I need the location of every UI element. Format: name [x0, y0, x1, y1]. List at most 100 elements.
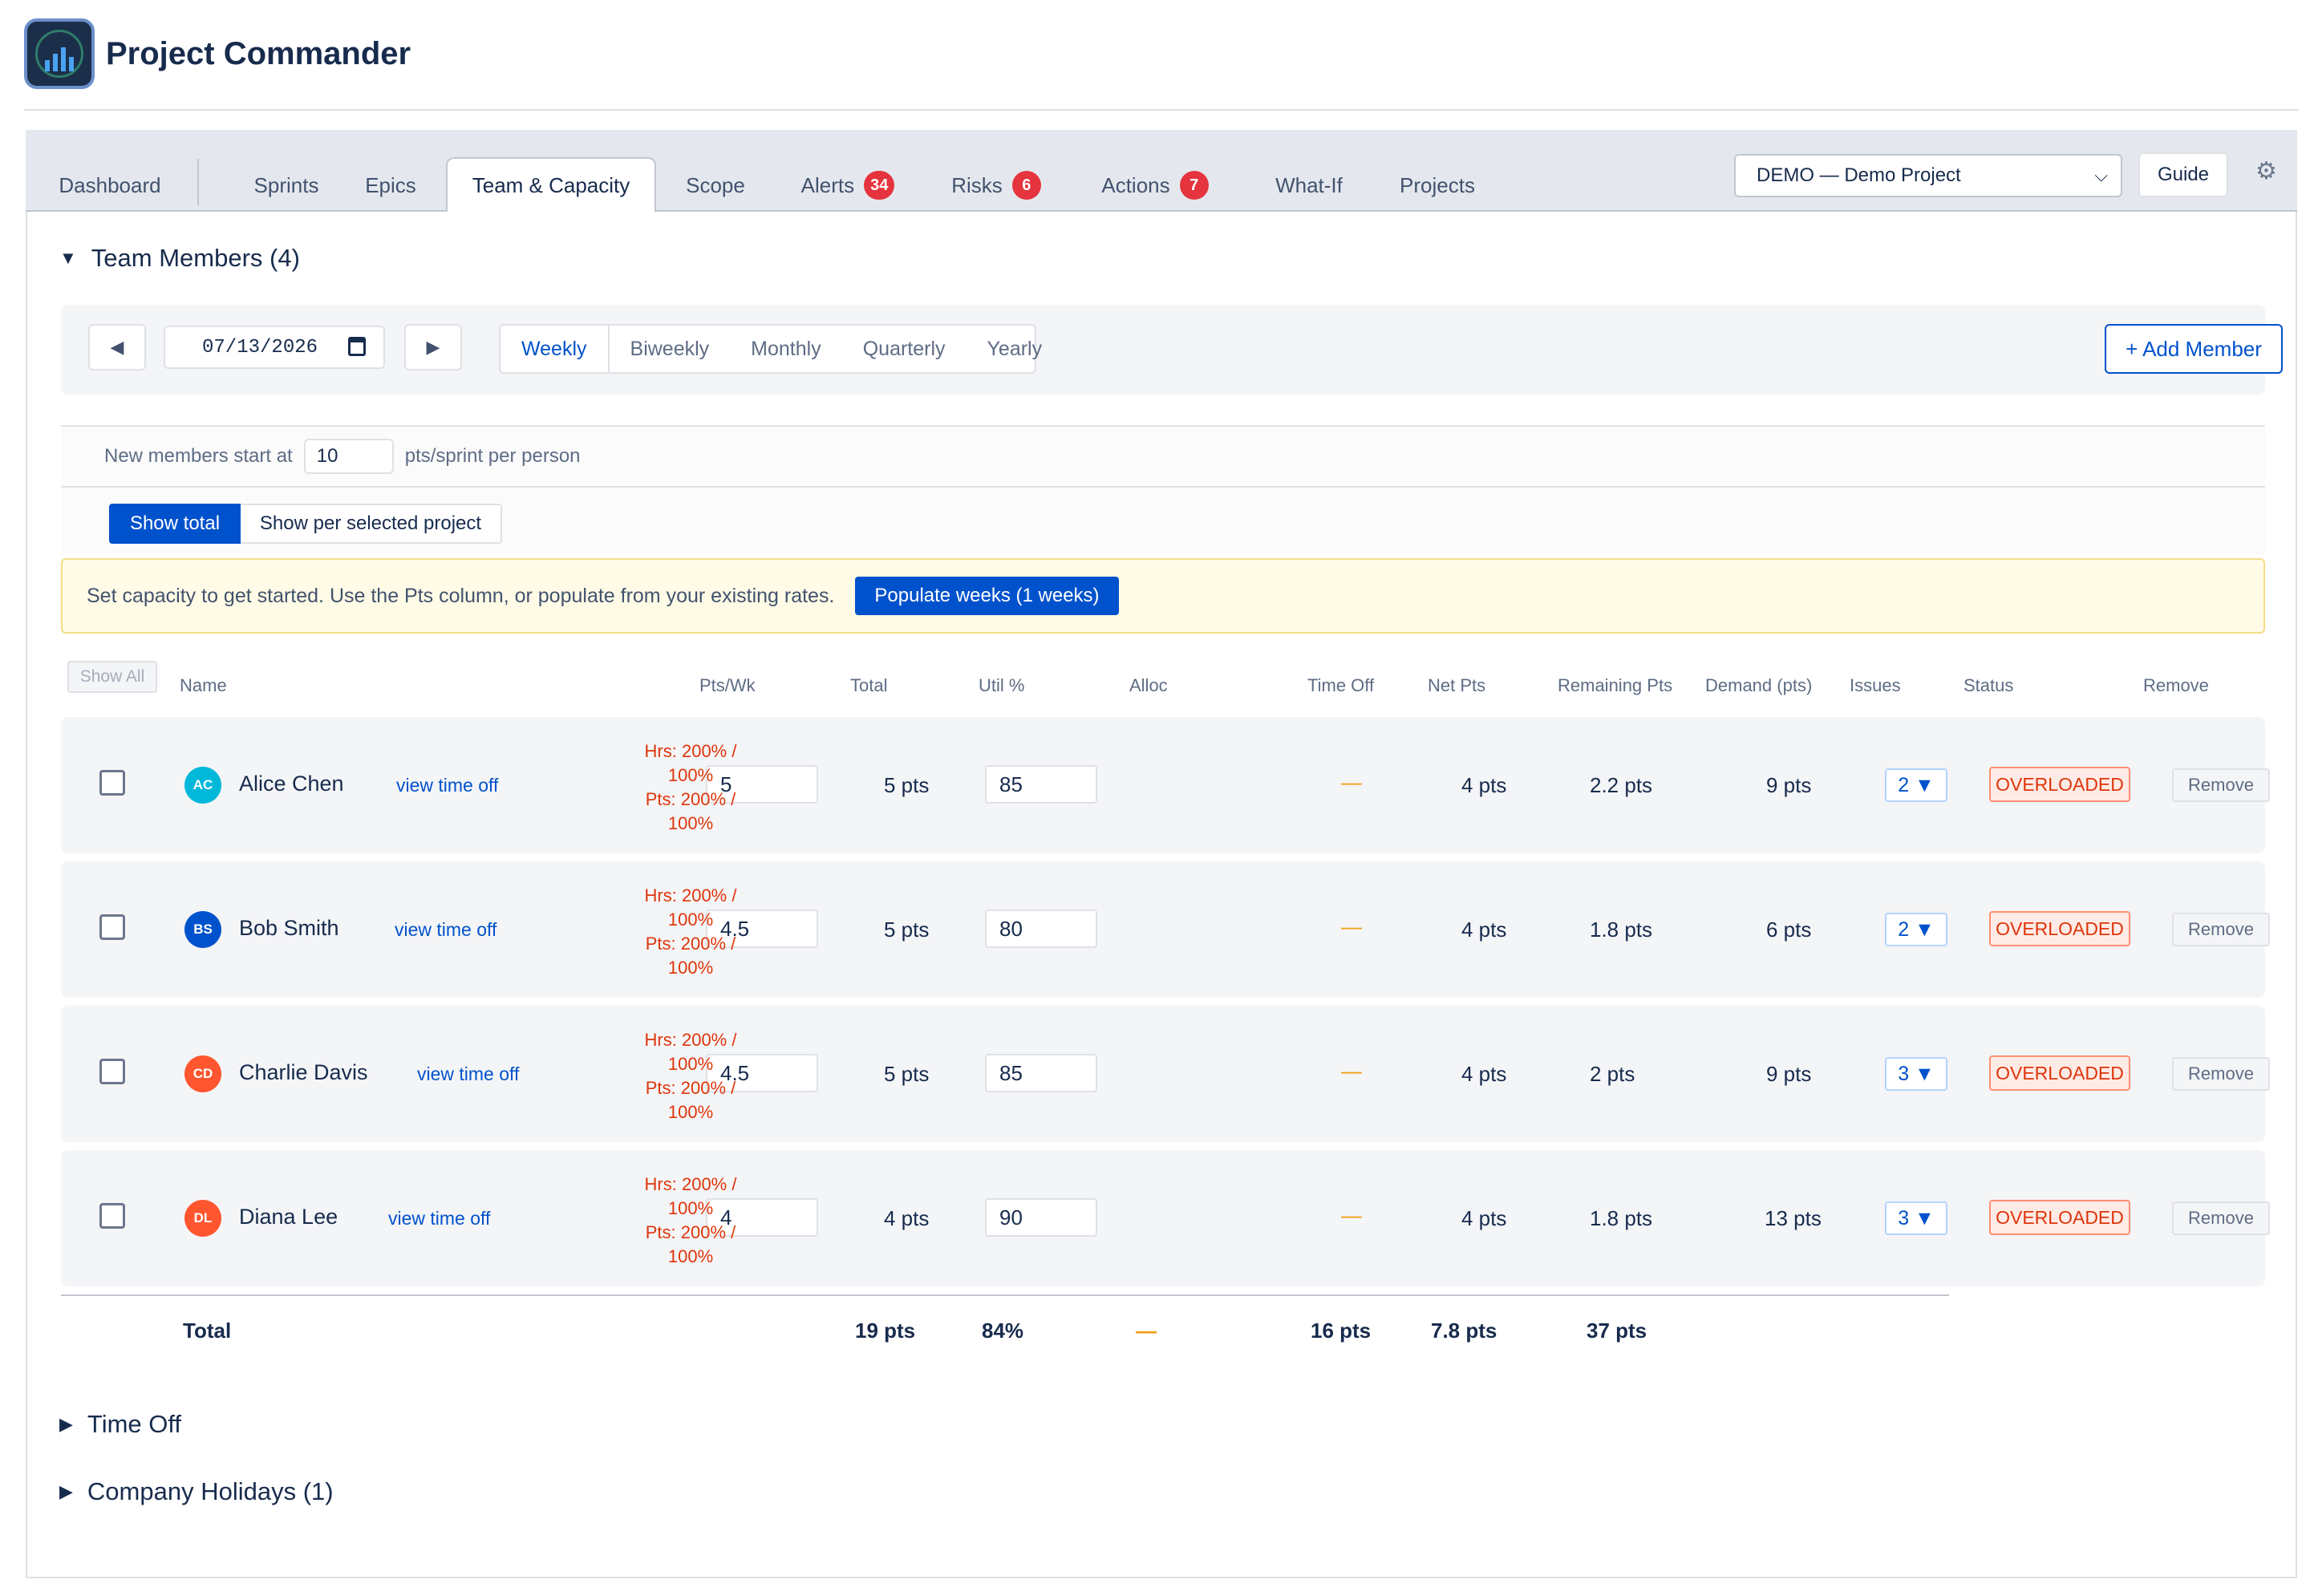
show-all-button[interactable]: Show All [67, 661, 157, 693]
net-pts: 4 pts [1461, 773, 1507, 797]
team-members-title: Team Members (4) [91, 244, 300, 272]
net-pts: 4 pts [1461, 1206, 1507, 1230]
demand-pts: 9 pts [1766, 773, 1812, 797]
totals-net-pts: 7.8 pts [1431, 1319, 1497, 1343]
totals-time-off: 16 pts [1311, 1319, 1372, 1343]
util-input[interactable]: 80 [985, 909, 1097, 948]
net-pts: 4 pts [1461, 917, 1507, 942]
company-holidays-title: Company Holidays (1) [87, 1477, 334, 1505]
gear-icon[interactable]: ⚙ [2255, 157, 2277, 185]
net-pts: 4 pts [1461, 1062, 1507, 1086]
chevron-down-icon: ⌵ [2094, 165, 2108, 185]
row-select-checkbox[interactable] [99, 770, 125, 796]
time-off-toggle[interactable]: ▶ Time Off [59, 1410, 181, 1439]
tab-epics[interactable]: Epics [346, 160, 435, 210]
setup-notice: Set capacity to get started. Use the Pts… [61, 558, 2265, 634]
alloc-value: Hrs: 200% /100% Pts: 200% /100% [644, 1174, 737, 1266]
remove-button[interactable]: Remove [2172, 913, 2270, 946]
issues-dropdown[interactable]: 2 ▼ [1885, 913, 1947, 946]
period-biweekly[interactable]: Biweekly [610, 326, 731, 372]
remaining-pts: 2 pts [1590, 1062, 1635, 1086]
util-input[interactable]: 85 [985, 765, 1097, 804]
issues-dropdown[interactable]: 2 ▼ [1885, 768, 1947, 802]
tab-dashboard[interactable]: Dashboard [26, 160, 194, 210]
company-holidays-toggle[interactable]: ▶ Company Holidays (1) [59, 1477, 334, 1506]
tab-team-capacity[interactable]: Team & Capacity [446, 157, 656, 212]
prev-period-button[interactable]: ◀ [88, 324, 146, 371]
row-select-checkbox[interactable] [99, 1203, 125, 1229]
tab-sprints[interactable]: Sprints [234, 160, 338, 210]
status-badge: OVERLOADED [1989, 767, 2130, 802]
team-members-toggle[interactable]: ▼ Team Members (4) [59, 244, 300, 273]
issues-dropdown[interactable]: 3 ▼ [1885, 1201, 1947, 1235]
total-pts: 5 pts [884, 917, 930, 942]
remove-button[interactable]: Remove [2172, 1201, 2270, 1235]
next-period-button[interactable]: ▶ [404, 324, 462, 371]
period-yearly[interactable]: Yearly [967, 326, 1064, 372]
view-time-off-link[interactable]: view time off [417, 1063, 519, 1085]
alloc-value: Hrs: 200% /100% Pts: 200% /100% [644, 885, 737, 978]
table-row: CD Charlie Davis view time off 4.5 5 pts… [61, 1006, 2270, 1142]
guide-button[interactable]: Guide [2138, 152, 2228, 197]
notice-text: Set capacity to get started. Use the Pts… [87, 584, 835, 607]
project-select[interactable]: DEMO — Demo Project ⌵ [1734, 154, 2122, 197]
period-quarterly[interactable]: Quarterly [842, 326, 967, 372]
total-pts: 5 pts [884, 1062, 930, 1086]
team-capacity-panel: ▼ Team Members (4) ◀ 07/13/2026 ▶ Weekly… [26, 212, 2297, 1578]
show-total-button[interactable]: Show total [109, 504, 241, 544]
column-header-remove: Remove [2143, 675, 2209, 695]
default-pts-input[interactable]: 10 [303, 439, 394, 474]
demand-pts: 6 pts [1766, 917, 1812, 942]
time-off-value: — [1341, 1203, 1362, 1227]
member-name: Diana Lee [239, 1205, 338, 1229]
time-off-value: — [1341, 770, 1362, 794]
populate-weeks-button[interactable]: Populate weeks (1 weeks) [855, 577, 1119, 615]
column-header-util: Util % [979, 675, 1025, 695]
time-off-title: Time Off [87, 1410, 182, 1438]
util-input[interactable]: 85 [985, 1054, 1097, 1092]
totals-label: Total [183, 1319, 232, 1343]
view-time-off-link[interactable]: view time off [388, 1208, 490, 1229]
column-header-status: Status [1964, 675, 2014, 695]
totals-total: 19 pts [855, 1319, 916, 1343]
tab-divider [197, 159, 199, 205]
period-weekly[interactable]: Weekly [500, 326, 610, 372]
alloc-value: Hrs: 200% /100% Pts: 200% /100% [644, 741, 737, 833]
tab-scope[interactable]: Scope [667, 160, 764, 210]
tab-actions[interactable]: Actions 7 [1083, 160, 1227, 210]
column-header-name: Name [180, 675, 227, 695]
row-select-checkbox[interactable] [99, 1059, 125, 1084]
period-monthly[interactable]: Monthly [730, 326, 842, 372]
remove-button[interactable]: Remove [2172, 1057, 2270, 1091]
status-badge: OVERLOADED [1989, 1055, 2130, 1091]
tab-what-if[interactable]: What-If [1253, 160, 1365, 210]
issues-dropdown[interactable]: 3 ▼ [1885, 1057, 1947, 1091]
period-selector: Weekly Biweekly Monthly Quarterly Yearly [499, 324, 1042, 374]
time-off-value: — [1341, 914, 1362, 938]
table-row: DL Diana Lee view time off 4 4 pts 90 Hr… [61, 1150, 2270, 1286]
add-member-button[interactable]: + Add Member [2105, 324, 2283, 374]
view-time-off-link[interactable]: view time off [395, 919, 496, 941]
column-header-pts-wk: Pts/Wk [699, 675, 756, 695]
row-select-checkbox[interactable] [99, 914, 125, 940]
week-date-input[interactable]: 07/13/2026 [164, 326, 385, 369]
tab-alerts[interactable]: Alerts 34 [780, 160, 916, 210]
avatar: CD [184, 1055, 221, 1092]
column-header-net-pts: Net Pts [1428, 675, 1486, 695]
total-pts: 4 pts [884, 1206, 930, 1230]
remove-button[interactable]: Remove [2172, 768, 2270, 802]
totals-alloc: — [1136, 1319, 1157, 1343]
view-time-off-link[interactable]: view time off [396, 775, 498, 796]
column-header-time-off: Time Off [1307, 675, 1375, 695]
caret-right-icon: ▶ [59, 1481, 73, 1501]
util-input[interactable]: 90 [985, 1198, 1097, 1237]
avatar: DL [184, 1200, 221, 1237]
avatar: AC [184, 767, 221, 804]
view-mode-row: Show total Show per selected project [61, 488, 2265, 555]
tab-risks[interactable]: Risks 6 [940, 160, 1052, 210]
column-header-alloc: Alloc [1129, 675, 1168, 695]
tab-projects[interactable]: Projects [1381, 160, 1493, 210]
show-per-project-button[interactable]: Show per selected project [241, 504, 502, 544]
caret-down-icon: ▼ [59, 248, 77, 268]
status-badge: OVERLOADED [1989, 911, 2130, 946]
